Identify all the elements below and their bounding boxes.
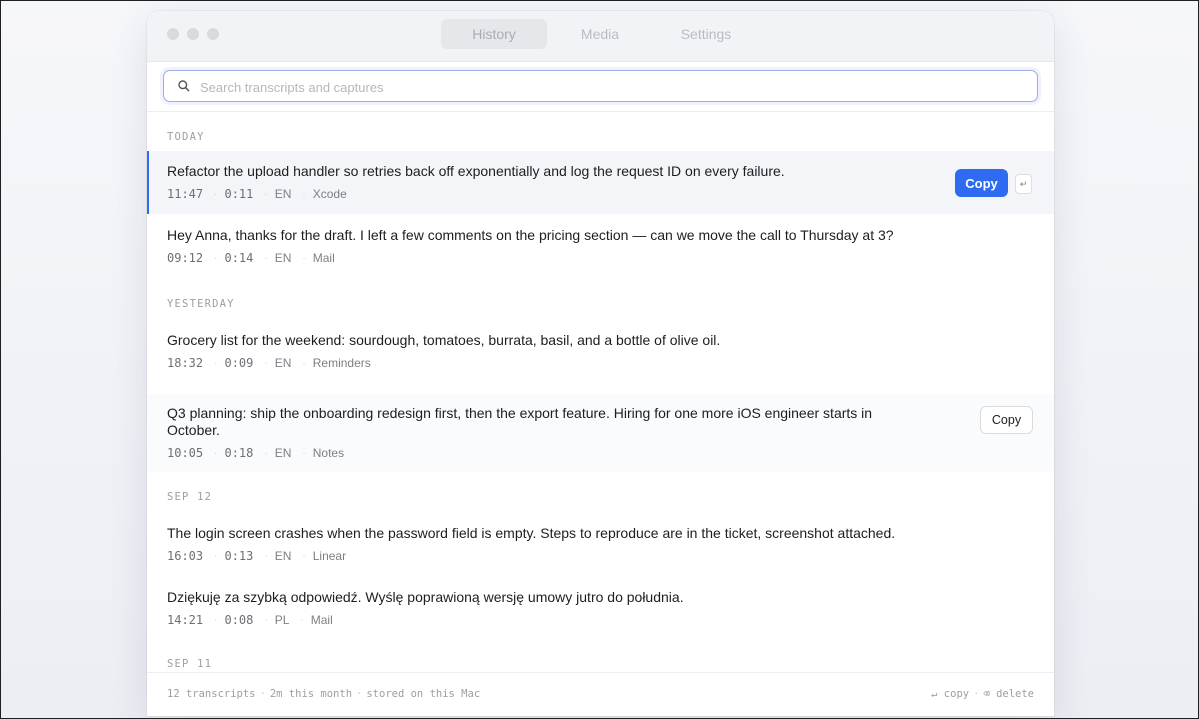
transcript-text: Dziękuję za szybką odpowiedź. Wyślę popr… <box>167 589 684 605</box>
minimize-window-button[interactable] <box>187 28 199 40</box>
transcript-app: Linear <box>312 549 347 563</box>
transcript-app: Reminders <box>312 356 371 370</box>
transcript-text: The login screen crashes when the passwo… <box>167 525 896 541</box>
transcript-language: EN <box>274 446 292 460</box>
section-header-yesterday: YESTERDAY <box>167 298 235 310</box>
meta-separator: · <box>264 252 268 264</box>
app-window: History Media Settings TODAY Refactor th… <box>147 11 1054 716</box>
meta-separator: · <box>214 252 218 264</box>
enter-key-hint: ↵ <box>1015 174 1032 194</box>
transcript-text: Hey Anna, thanks for the draft. I left a… <box>167 227 894 243</box>
monthly-usage: 2m this month <box>269 688 353 700</box>
list-item[interactable]: Grocery list for the weekend: sourdough,… <box>147 319 1054 383</box>
transcript-time: 18:32 <box>167 356 204 370</box>
transcript-duration: 0:13 <box>224 549 254 563</box>
meta-separator: · <box>214 357 218 369</box>
meta-separator: · <box>264 357 268 369</box>
section-header-sep-12: SEP 12 <box>167 491 213 503</box>
transcript-language: EN <box>274 549 292 563</box>
title-bar: History Media Settings <box>147 11 1054 62</box>
meta-separator: · <box>300 614 304 626</box>
status-footer: 12 transcripts · 2m this month · stored on t… <box>147 672 1054 716</box>
tab-media[interactable]: Media <box>547 19 653 49</box>
meta-separator: · <box>264 447 268 459</box>
list-item[interactable]: Dziękuję za szybką odpowiedź. Wyślę popr… <box>147 576 1054 640</box>
window-controls <box>167 28 219 40</box>
list-item[interactable]: The login screen crashes when the passwo… <box>147 512 1054 576</box>
search-input[interactable] <box>198 71 1022 103</box>
transcript-list[interactable]: TODAY Refactor the upload handler so ret… <box>147 112 1054 672</box>
transcript-meta: 16:03 · 0:13 · EN · Linear <box>167 549 350 563</box>
zoom-window-button[interactable] <box>207 28 219 40</box>
transcript-app: Mail <box>310 613 333 627</box>
meta-separator: · <box>264 188 268 200</box>
list-item-hovered[interactable]: Q3 planning: ship the onboarding redesig… <box>147 394 1054 472</box>
transcript-language: EN <box>274 356 292 370</box>
transcript-duration: 0:08 <box>224 613 254 627</box>
meta-separator: · <box>214 447 218 459</box>
copy-button[interactable]: Copy <box>955 169 1008 197</box>
transcript-duration: 0:14 <box>224 251 254 265</box>
close-window-button[interactable] <box>167 28 179 40</box>
meta-separator: · <box>214 614 218 626</box>
footer-shortcuts: ↵ copy · ⌫ delete <box>931 688 1034 700</box>
transcript-language: EN <box>274 251 292 265</box>
screen-background: History Media Settings TODAY Refactor th… <box>0 0 1199 719</box>
transcript-time: 14:21 <box>167 613 204 627</box>
footer-separator: · <box>973 688 980 700</box>
footer-stats: 12 transcripts · 2m this month · stored on t… <box>167 688 480 700</box>
section-header-today: TODAY <box>167 131 205 143</box>
meta-separator: · <box>264 550 268 562</box>
transcript-count: 12 transcripts <box>167 688 256 700</box>
transcript-text: Q3 planning: ship the onboarding redesig… <box>167 405 873 438</box>
tab-settings[interactable]: Settings <box>653 19 759 49</box>
meta-separator: · <box>302 447 306 459</box>
transcript-app: Xcode <box>312 187 347 201</box>
footer-separator: · <box>356 688 363 700</box>
transcript-meta: 10:05 · 0:18 · EN · Notes <box>167 446 348 460</box>
transcript-time: 16:03 <box>167 549 204 563</box>
list-item[interactable]: Hey Anna, thanks for the draft. I left a… <box>147 214 1054 276</box>
transcript-time: 11:47 <box>167 187 204 201</box>
storage-location: stored on this Mac <box>366 688 481 700</box>
search-bar <box>163 70 1038 103</box>
copy-shortcut-hint: ↵ copy <box>931 688 970 700</box>
tab-bar: History Media Settings <box>441 19 759 49</box>
meta-separator: · <box>302 357 306 369</box>
copy-button[interactable]: Copy <box>980 406 1033 434</box>
meta-separator: · <box>214 550 218 562</box>
transcript-app: Notes <box>312 446 345 460</box>
transcript-time: 09:12 <box>167 251 204 265</box>
meta-separator: · <box>302 188 306 200</box>
transcript-language: EN <box>274 187 292 201</box>
meta-separator: · <box>302 252 306 264</box>
transcript-language: PL <box>274 613 290 627</box>
transcript-meta: 18:32 · 0:09 · EN · Reminders <box>167 356 375 370</box>
meta-separator: · <box>302 550 306 562</box>
transcript-meta: 09:12 · 0:14 · EN · Mail <box>167 251 339 265</box>
transcript-duration: 0:09 <box>224 356 254 370</box>
transcript-app: Mail <box>312 251 335 265</box>
transcript-duration: 0:11 <box>224 187 254 201</box>
transcript-text: Grocery list for the weekend: sourdough,… <box>167 332 721 348</box>
meta-separator: · <box>214 188 218 200</box>
transcript-duration: 0:18 <box>224 446 254 460</box>
list-item-selected[interactable]: Refactor the upload handler so retries b… <box>147 151 1054 214</box>
transcript-meta: 11:47 · 0:11 · EN · Xcode <box>167 187 351 201</box>
section-header-sep-11: SEP 11 <box>167 658 213 670</box>
meta-separator: · <box>264 614 268 626</box>
delete-shortcut-hint: ⌫ delete <box>983 688 1034 700</box>
footer-separator: · <box>259 688 266 700</box>
transcript-text: Refactor the upload handler so retries b… <box>167 163 785 179</box>
transcript-meta: 14:21 · 0:08 · PL · Mail <box>167 613 337 627</box>
tab-history[interactable]: History <box>441 19 547 49</box>
transcript-time: 10:05 <box>167 446 204 460</box>
search-icon <box>178 80 190 92</box>
